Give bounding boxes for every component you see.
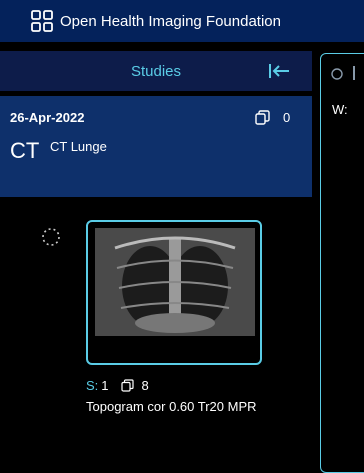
viewport-status-icon bbox=[331, 68, 343, 80]
viewport-panel[interactable]: W: bbox=[320, 53, 364, 473]
top-navbar: Open Health Imaging Foundation bbox=[0, 0, 364, 42]
loading-spinner-icon bbox=[42, 228, 60, 246]
series-instance-count: 8 bbox=[141, 378, 149, 393]
study-item[interactable]: 26-Apr-2022 0 CT CT Lunge bbox=[0, 96, 312, 197]
study-modality: CT bbox=[10, 138, 40, 163]
collapse-panel-icon[interactable] bbox=[268, 63, 290, 79]
instances-icon bbox=[120, 379, 134, 392]
studies-header: Studies bbox=[0, 51, 312, 91]
window-level-label: W: bbox=[332, 102, 348, 117]
series-number: 1 bbox=[101, 378, 109, 393]
thumbnail-image bbox=[95, 228, 255, 336]
study-instance-count: 0 bbox=[283, 110, 291, 125]
studies-tab[interactable]: Studies bbox=[0, 63, 312, 80]
instances-icon bbox=[255, 110, 270, 125]
series-description: Topogram cor 0.60 Tr20 MPR bbox=[86, 399, 257, 414]
viewport-divider bbox=[353, 66, 355, 80]
series-info: S: 1 8 bbox=[86, 378, 149, 393]
series-label: S: bbox=[86, 378, 99, 393]
logo-icon bbox=[31, 10, 53, 32]
study-description: CT Lunge bbox=[50, 139, 107, 154]
study-date: 26-Apr-2022 bbox=[10, 110, 85, 125]
series-thumbnail[interactable] bbox=[86, 220, 262, 365]
app-title: Open Health Imaging Foundation bbox=[60, 13, 281, 30]
